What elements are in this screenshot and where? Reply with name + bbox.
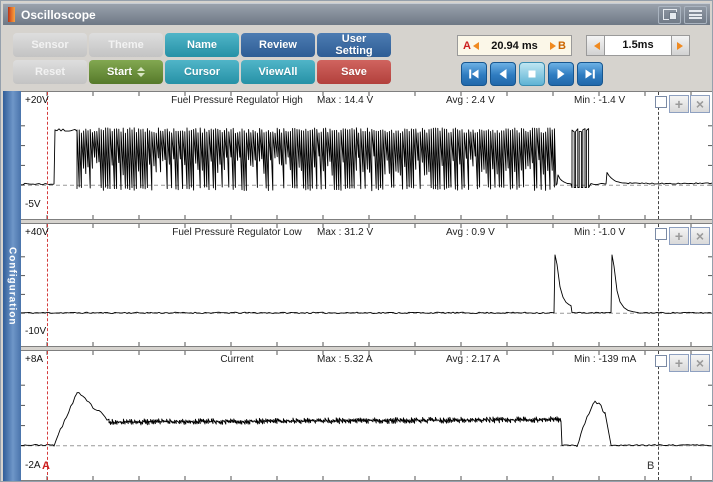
- cursor-b-line[interactable]: [658, 92, 659, 219]
- scale-bottom-label: -10V: [25, 326, 46, 337]
- toolbar-button-grid: Sensor Theme Name Review User Setting Re…: [13, 33, 391, 84]
- cursor-a-marker: A: [463, 40, 471, 52]
- scale-top-label: +8A: [25, 354, 43, 365]
- app-icon: [8, 7, 15, 22]
- channel-panel-high: +20V -5V Fuel Pressure Regulator High Ma…: [21, 91, 712, 220]
- save-button[interactable]: Save: [317, 60, 391, 84]
- cursor-b-arrow-icon: [550, 42, 556, 50]
- stop-icon: [524, 66, 540, 82]
- step-back-icon: [495, 66, 511, 82]
- sensor-button[interactable]: Sensor: [13, 33, 87, 57]
- ab-cursor-time-display[interactable]: A 20.94 ms B: [457, 35, 572, 56]
- channel-title: Current: [161, 354, 313, 365]
- right-arrow-icon: [677, 42, 683, 50]
- stop-button[interactable]: [519, 62, 545, 86]
- cursor-button[interactable]: Cursor: [165, 60, 239, 84]
- skip-end-icon: [582, 66, 598, 82]
- cursor-b-line[interactable]: [658, 224, 659, 346]
- start-spinner-icon: [137, 67, 145, 77]
- cursor-a-line[interactable]: [47, 92, 48, 219]
- cursor-b-marker: B: [558, 40, 566, 52]
- scale-top-label: +20V: [25, 95, 49, 106]
- skip-start-button[interactable]: [461, 62, 487, 86]
- review-button[interactable]: Review: [241, 33, 315, 57]
- left-arrow-icon: [594, 42, 600, 50]
- display-icon: [663, 9, 677, 20]
- timebase-increase-button[interactable]: [671, 35, 690, 56]
- cursor-a-label: A: [42, 460, 50, 472]
- channel-title: Fuel Pressure Regulator High: [161, 95, 313, 106]
- scale-top-label: +40V: [25, 227, 49, 238]
- channel-title: Fuel Pressure Regulator Low: [161, 227, 313, 238]
- waveform-chart-low: [21, 224, 712, 346]
- waveform-chart-high: [21, 92, 712, 219]
- configuration-tab[interactable]: Configuration: [3, 91, 21, 481]
- channel-add-button[interactable]: +: [669, 95, 689, 113]
- start-button-label: Start: [107, 66, 132, 78]
- timebase-value[interactable]: 1.5ms: [605, 35, 671, 56]
- channel-min: Min : -139 mA: [574, 354, 636, 365]
- channel-add-button[interactable]: +: [669, 354, 689, 372]
- timebase-decrease-button[interactable]: [586, 35, 605, 56]
- channel-close-button[interactable]: ×: [690, 95, 710, 113]
- channel-min: Min : -1.4 V: [574, 95, 625, 106]
- name-button[interactable]: Name: [165, 33, 239, 57]
- channel-max: Max : 14.4 V: [317, 95, 373, 106]
- channel-close-button[interactable]: ×: [690, 354, 710, 372]
- channel-add-button[interactable]: +: [669, 227, 689, 245]
- play-button[interactable]: [548, 62, 574, 86]
- skip-start-icon: [466, 66, 482, 82]
- channel-max: Max : 5.32 A: [317, 354, 373, 365]
- cursor-a-line[interactable]: [47, 224, 48, 346]
- reset-button[interactable]: Reset: [13, 60, 87, 84]
- channel-panel-low: +40V -10V Fuel Pressure Regulator Low Ma…: [21, 223, 712, 347]
- channel-max: Max : 31.2 V: [317, 227, 373, 238]
- ab-time-value: 20.94 ms: [479, 40, 550, 52]
- title-bar[interactable]: Oscilloscope: [3, 3, 710, 25]
- theme-button[interactable]: Theme: [89, 33, 163, 57]
- channel-close-button[interactable]: ×: [690, 227, 710, 245]
- configuration-tab-label: Configuration: [7, 247, 18, 326]
- window-title: Oscilloscope: [21, 8, 658, 22]
- play-icon: [553, 66, 569, 82]
- step-back-button[interactable]: [490, 62, 516, 86]
- channel-avg: Avg : 0.9 V: [446, 227, 495, 238]
- channel-min: Min : -1.0 V: [574, 227, 625, 238]
- channel-checkbox[interactable]: [655, 355, 667, 367]
- playback-controls: [461, 62, 603, 86]
- cursor-b-line[interactable]: [658, 351, 659, 480]
- scale-bottom-label: -5V: [25, 199, 41, 210]
- timebase-control: 1.5ms: [586, 35, 690, 56]
- channel-avg: Avg : 2.4 V: [446, 95, 495, 106]
- waveform-chart-current: [21, 351, 712, 480]
- channel-checkbox[interactable]: [655, 228, 667, 240]
- oscilloscope-window: Oscilloscope Sensor Theme Name Review Us…: [0, 0, 713, 482]
- channel-panel-current: +8A -2A Current Max : 5.32 A Avg : 2.17 …: [21, 350, 712, 481]
- cursor-b-label: B: [647, 460, 654, 472]
- skip-end-button[interactable]: [577, 62, 603, 86]
- user-setting-button[interactable]: User Setting: [317, 33, 391, 57]
- viewall-button[interactable]: ViewAll: [241, 60, 315, 84]
- scale-bottom-label: -2A: [25, 460, 41, 471]
- channel-checkbox[interactable]: [655, 96, 667, 108]
- tile-windows-button[interactable]: [684, 6, 707, 24]
- start-button[interactable]: Start: [89, 60, 163, 84]
- rows-icon: [689, 9, 702, 20]
- display-layout-button[interactable]: [658, 6, 681, 24]
- channel-avg: Avg : 2.17 A: [446, 354, 500, 365]
